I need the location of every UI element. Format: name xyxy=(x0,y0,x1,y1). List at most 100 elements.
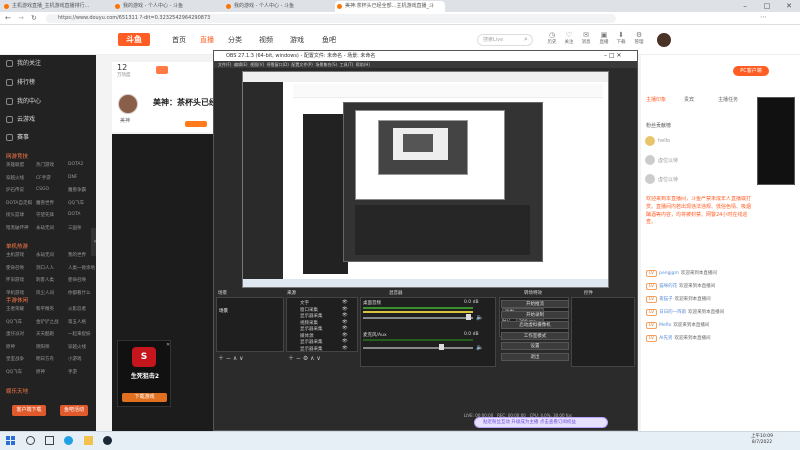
folder-icon[interactable] xyxy=(84,436,93,445)
steam-icon[interactable] xyxy=(103,436,112,445)
sidebar-category-link[interactable]: 王者荣耀 xyxy=(6,306,24,312)
menu-profile[interactable]: 配置文件(P) xyxy=(291,62,313,67)
visibility-icon[interactable]: 👁 xyxy=(342,313,348,318)
sidebar-section-title[interactable]: 娱乐天地 xyxy=(6,387,28,395)
obs-control-button[interactable]: 开始推流 xyxy=(501,300,569,308)
source-item[interactable]: 视频采集 xyxy=(300,320,318,326)
rank-avatar[interactable] xyxy=(645,136,655,146)
follow-button[interactable] xyxy=(185,121,207,127)
sidebar-category-link[interactable]: 英雄联盟 xyxy=(6,162,24,168)
sidebar-category-link[interactable]: 和平精英 xyxy=(36,306,54,312)
sidebar-category-link[interactable]: 皇室战争 xyxy=(6,356,24,362)
chat-tab-impression[interactable]: 主播印象 xyxy=(646,96,666,103)
rank-user[interactable]: 虚位以待 xyxy=(658,176,678,183)
volume-slider[interactable] xyxy=(363,347,473,349)
sidebar-category-link[interactable]: 怀旧游戏 xyxy=(6,277,24,283)
search-icon[interactable]: ⌕ xyxy=(524,35,528,44)
sidebar-category-link[interactable]: 刺客人类 xyxy=(36,277,54,283)
volume-slider-handle[interactable] xyxy=(466,314,471,320)
sidebar-category-link[interactable]: 热门游戏 xyxy=(36,162,54,168)
menu-file[interactable]: 文件(F) xyxy=(218,62,231,67)
back-icon[interactable]: ← xyxy=(5,14,11,22)
rank-avatar[interactable] xyxy=(645,174,655,184)
source-item[interactable]: 显示器采集 xyxy=(300,313,323,319)
start-icon[interactable] xyxy=(6,436,15,445)
sidebar-category-link[interactable]: 一起来捉妖 xyxy=(68,331,91,337)
sidebar-category-link[interactable]: 手游 xyxy=(68,369,77,375)
subscribe-banner[interactable]: 贴近粉丝互动 升级成为主播 点击查看订阅权益 xyxy=(474,417,608,428)
close-icon[interactable]: ✕ xyxy=(778,0,800,12)
browser-tab-active[interactable]: 美神:茶杯头已经全部...主机游戏直播_斗 xyxy=(335,1,445,12)
sidebar-category-link[interactable]: 主机游戏 xyxy=(6,252,24,258)
follow-icon[interactable]: ♡ 关注 xyxy=(562,31,576,45)
sidebar-category-link[interactable]: 永劫无间 xyxy=(36,252,54,258)
chat-nickname[interactable]: 日日的一阵雨 xyxy=(659,310,686,315)
sidebar-category-link[interactable]: 街头篮球 xyxy=(6,212,24,218)
sidebar-category-link[interactable]: 魔兽世界 xyxy=(36,200,54,206)
visibility-icon[interactable]: 👁 xyxy=(342,320,348,325)
sidebar-category-link[interactable]: 单机游戏 xyxy=(6,290,24,296)
chat-tab-tasks[interactable]: 主播任务 xyxy=(718,96,738,103)
menu-docks[interactable]: 停靠窗口(D) xyxy=(267,62,289,67)
download-game-button[interactable]: 下载游戏 xyxy=(122,393,167,402)
scene-toolbar-icons[interactable]: ＋ − ∧ ∨ xyxy=(218,353,244,362)
sidebar-category-link[interactable]: 穿越火线 xyxy=(68,344,86,350)
source-item[interactable]: 文字 xyxy=(300,300,309,306)
sidebar-category-link[interactable]: 天天酷跑 xyxy=(36,331,54,337)
browser-tab[interactable]: 我的游戏 - 个人中心 - 斗鱼 xyxy=(113,1,223,12)
chat-nickname[interactable]: 夜猫子 xyxy=(659,297,673,302)
source-item[interactable]: 显示器采集 xyxy=(300,326,323,332)
menu-edit[interactable]: 编辑(E) xyxy=(234,62,248,67)
sidebar-category-link[interactable]: 我的世界 xyxy=(68,252,86,258)
source-toolbar-icons[interactable]: ＋ − ⚙ ∧ ∨ xyxy=(288,353,321,362)
history-icon[interactable]: ◷ 历史 xyxy=(545,31,559,45)
nav-live[interactable]: 直播 xyxy=(200,35,214,45)
sidebar-category-link[interactable]: 风尘人间 xyxy=(36,290,54,296)
rank-avatar[interactable] xyxy=(645,155,655,165)
douyu-logo[interactable]: 斗鱼 xyxy=(118,33,150,46)
message-icon[interactable]: ✉ 消息 xyxy=(579,31,593,45)
sidebar-category-link[interactable]: CF手游 xyxy=(36,175,51,181)
menu-help[interactable]: 帮助(H) xyxy=(356,62,370,67)
sidebar-category-link[interactable]: 三国杀 xyxy=(68,225,82,231)
edge-icon[interactable] xyxy=(64,436,73,445)
sidebar-category-link[interactable]: 永劫无间 xyxy=(36,225,54,231)
obs-control-button[interactable]: 设置 xyxy=(501,342,569,350)
chat-nickname[interactable]: AI先贤 xyxy=(659,336,672,341)
forward-icon[interactable]: → xyxy=(18,14,24,22)
sidebar-section-title[interactable]: 网游竞技 xyxy=(6,152,28,160)
visibility-icon[interactable]: 👁 xyxy=(342,346,348,351)
scene-item[interactable]: 场景 xyxy=(219,308,228,314)
sidebar-category-link[interactable]: QQ飞车 xyxy=(68,200,84,206)
sidebar-item-events[interactable]: 赛事 xyxy=(6,132,29,141)
sidebar-item-rank[interactable]: 排行榜 xyxy=(6,77,35,86)
nav-yuba[interactable]: 鱼吧 xyxy=(322,35,336,45)
sidebar-category-link[interactable]: QQ飞车 xyxy=(6,369,22,375)
minimize-icon[interactable]: – xyxy=(734,0,756,12)
sidebar-category-link[interactable]: 暗黑破坏神 xyxy=(6,225,29,231)
sidebar-category-link[interactable]: 阴阳师 xyxy=(36,344,50,350)
sidebar-category-link[interactable]: 守望先锋 xyxy=(36,212,54,218)
menu-tools[interactable]: 工具(T) xyxy=(340,62,354,67)
pc-client-button[interactable]: PC客户端 xyxy=(733,66,769,76)
streamer-name[interactable]: 美神 xyxy=(120,117,130,124)
window-controls-icon[interactable]: – □ ✕ xyxy=(604,52,622,59)
visibility-icon[interactable]: 👁 xyxy=(342,339,348,344)
visibility-icon[interactable]: 👁 xyxy=(342,326,348,331)
sidebar-category-link[interactable]: 蛋仔派对 xyxy=(6,331,24,337)
browser-tab[interactable]: 我的游戏 - 个人中心 - 斗鱼 xyxy=(224,1,334,12)
sidebar-category-link[interactable]: 原神 xyxy=(6,344,15,350)
refresh-icon[interactable]: ↻ xyxy=(31,14,37,22)
menu-scene-collection[interactable]: 场景集合(S) xyxy=(315,62,337,67)
sidebar-section-title[interactable]: 单机热游 xyxy=(6,242,28,250)
task-view-icon[interactable] xyxy=(45,436,54,445)
obs-control-button[interactable]: 启动虚拟摄像机 xyxy=(501,321,569,329)
sidebar-category-link[interactable]: 使命召唤 xyxy=(6,265,24,271)
menu-icon[interactable]: ⋯ xyxy=(760,13,767,21)
url-field[interactable]: https://www.douyu.com/651311 ?-dit=0.323… xyxy=(46,14,616,23)
source-item[interactable]: 窗口采集 xyxy=(300,307,318,313)
sidebar-category-link[interactable]: 炉石传说 xyxy=(6,187,24,193)
nav-category[interactable]: 分类 xyxy=(228,35,242,45)
manage-icon[interactable]: ⚙ 管理 xyxy=(632,31,646,45)
obs-control-button[interactable]: 工作室模式 xyxy=(501,331,569,340)
